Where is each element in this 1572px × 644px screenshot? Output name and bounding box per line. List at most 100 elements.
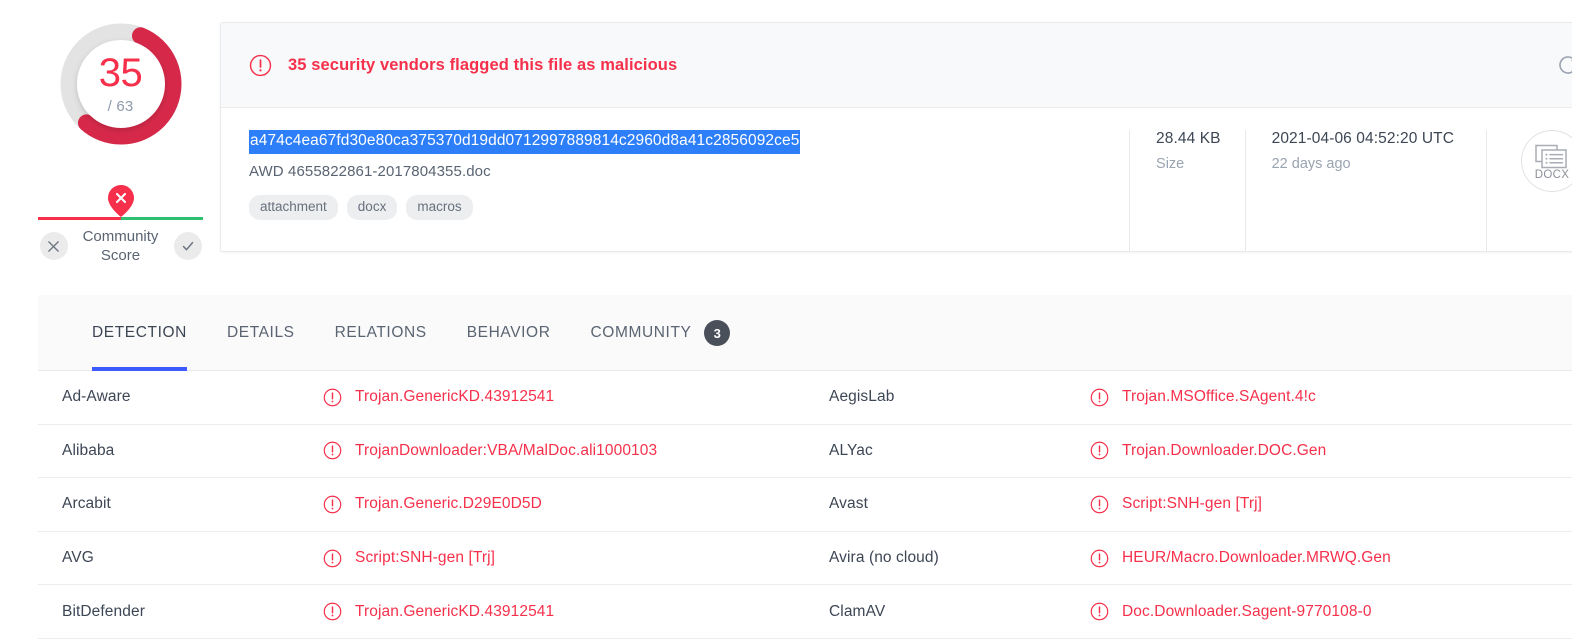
file-name: AWD 4655822861-2017804355.doc [249, 163, 1129, 180]
verdict-text: Script:SNH-gen [Trj] [1122, 495, 1262, 513]
detection-verdict: Doc.Downloader.Sagent-9770108-0 [1090, 602, 1372, 621]
community-score-row: Community Score [38, 227, 203, 265]
detection-verdict: HEUR/Macro.Downloader.MRWQ.Gen [1090, 549, 1391, 568]
vendor-name: Arcabit [38, 495, 323, 513]
exclamation-circle-icon [1090, 549, 1109, 568]
file-metadata: 28.44 KB Size 2021-04-06 04:52:20 UTC 22… [1129, 130, 1486, 252]
detection-entry: Avira (no cloud) HEUR/Macro.Downloader.M… [805, 549, 1572, 568]
detection-entry: Alibaba TrojanDownloader:VBA/MalDoc.ali1… [38, 441, 805, 460]
report-tabs: DETECTION DETAILS RELATIONS BEHAVIOR COM… [38, 295, 1572, 371]
vendor-name: Avast [805, 495, 1090, 513]
verdict-text: Trojan.GenericKD.43912541 [355, 388, 554, 406]
file-type-text: DOCX [1535, 169, 1569, 181]
verdict-text: Trojan.Downloader.DOC.Gen [1122, 442, 1326, 460]
vendor-name: Avira (no cloud) [805, 549, 1090, 567]
file-date-cell: 2021-04-06 04:52:20 UTC 22 days ago [1245, 130, 1478, 252]
vendor-name: ClamAV [805, 603, 1090, 621]
tab-label: BEHAVIOR [467, 324, 551, 342]
tab-label: DETECTION [92, 324, 187, 342]
meter-bar [38, 217, 203, 220]
community-score-widget: Community Score [38, 186, 203, 265]
file-tag[interactable]: docx [347, 195, 398, 220]
table-row: Alibaba TrojanDownloader:VBA/MalDoc.ali1… [38, 425, 1572, 479]
file-type-cell: DOCX [1486, 130, 1572, 252]
detection-verdict: Trojan.GenericKD.43912541 [323, 388, 554, 407]
document-pages-icon: DOCX [1530, 141, 1572, 181]
exclamation-circle-icon [323, 495, 342, 514]
detection-score-gauge: 35 / 63 [57, 20, 185, 148]
verdict-text: Trojan.GenericKD.43912541 [355, 603, 554, 621]
detection-entry: BitDefender Trojan.GenericKD.43912541 [38, 602, 805, 621]
community-label-line2: Score [101, 247, 140, 264]
check-icon [181, 239, 195, 253]
file-tag[interactable]: attachment [249, 195, 338, 220]
detection-verdict: TrojanDownloader:VBA/MalDoc.ali1000103 [323, 441, 657, 460]
vendor-total: / 63 [108, 98, 134, 115]
detection-verdict: Script:SNH-gen [Trj] [323, 549, 495, 568]
detection-verdict: Trojan.Downloader.DOC.Gen [1090, 441, 1326, 460]
reload-icon[interactable] [1553, 50, 1572, 80]
detection-entry: AVG Script:SNH-gen [Trj] [38, 549, 805, 568]
community-score-label: Community Score [77, 227, 165, 265]
detection-results-table: Ad-Aware Trojan.GenericKD.43912541 Aegis… [38, 371, 1572, 639]
verdict-text: TrojanDownloader:VBA/MalDoc.ali1000103 [355, 442, 657, 460]
tab-behavior[interactable]: BEHAVIOR [447, 295, 571, 371]
table-row: AVG Script:SNH-gen [Trj] Avira (no cloud… [38, 532, 1572, 586]
gauge-readout: 35 / 63 [57, 20, 185, 148]
x-pin-marker-icon [108, 185, 134, 217]
meter-negative-segment [38, 217, 121, 220]
file-size-value: 28.44 KB [1156, 130, 1221, 148]
file-tags: attachment docx macros [249, 195, 1129, 220]
community-downvote-button[interactable] [40, 232, 68, 260]
file-type-badge: DOCX [1521, 130, 1572, 192]
verdict-text: Doc.Downloader.Sagent-9770108-0 [1122, 603, 1372, 621]
detection-count: 35 [99, 53, 143, 93]
table-row: BitDefender Trojan.GenericKD.43912541 Cl… [38, 585, 1572, 639]
detection-entry: AegisLab Trojan.MSOffice.SAgent.4!c [805, 388, 1572, 407]
exclamation-circle-icon [323, 441, 342, 460]
verdict-text: Script:SNH-gen [Trj] [355, 549, 495, 567]
file-details-row: a474c4ea67fd30e80ca375370d19dd0712997889… [221, 108, 1572, 252]
exclamation-circle-icon [1090, 602, 1109, 621]
table-row: Arcabit Trojan.Generic.D29E0D5D Avast [38, 478, 1572, 532]
vendor-name: BitDefender [38, 603, 323, 621]
detection-score-panel: 35 / 63 [38, 20, 203, 265]
virustotal-file-report: 35 / 63 [0, 0, 1572, 644]
tab-label: RELATIONS [335, 324, 427, 342]
tab-relations[interactable]: RELATIONS [315, 295, 447, 371]
tab-details[interactable]: DETAILS [207, 295, 315, 371]
tab-detection[interactable]: DETECTION [72, 295, 207, 371]
vendor-name: ALYac [805, 442, 1090, 460]
verdict-text: Trojan.MSOffice.SAgent.4!c [1122, 388, 1316, 406]
vendor-name: Alibaba [38, 442, 323, 460]
detection-entry: Avast Script:SNH-gen [Trj] [805, 495, 1572, 514]
detection-entry: ALYac Trojan.Downloader.DOC.Gen [805, 441, 1572, 460]
vendor-name: Ad-Aware [38, 388, 323, 406]
malicious-alert-banner: 35 security vendors flagged this file as… [221, 23, 1572, 108]
file-hash[interactable]: a474c4ea67fd30e80ca375370d19dd0712997889… [249, 130, 800, 154]
exclamation-circle-icon [323, 602, 342, 621]
file-size-label: Size [1156, 156, 1221, 172]
community-count-badge: 3 [704, 320, 730, 346]
verdict-text: Trojan.Generic.D29E0D5D [355, 495, 542, 513]
tab-community[interactable]: COMMUNITY 3 [571, 295, 751, 371]
exclamation-circle-icon [323, 388, 342, 407]
community-score-meter [38, 186, 203, 220]
detection-entry: Arcabit Trojan.Generic.D29E0D5D [38, 495, 805, 514]
detection-entry: ClamAV Doc.Downloader.Sagent-9770108-0 [805, 602, 1572, 621]
detection-verdict: Trojan.MSOffice.SAgent.4!c [1090, 388, 1316, 407]
community-upvote-button[interactable] [174, 232, 202, 260]
exclamation-circle-icon [1090, 388, 1109, 407]
detection-verdict: Trojan.GenericKD.43912541 [323, 602, 554, 621]
vendor-name: AegisLab [805, 388, 1090, 406]
exclamation-circle-icon [249, 54, 272, 77]
file-analysis-relative-date: 22 days ago [1272, 156, 1454, 172]
file-tag[interactable]: macros [406, 195, 472, 220]
detection-verdict: Trojan.Generic.D29E0D5D [323, 495, 542, 514]
x-icon [47, 240, 60, 253]
file-analysis-date: 2021-04-06 04:52:20 UTC [1272, 130, 1454, 148]
meter-positive-segment [121, 217, 204, 220]
vendor-name: AVG [38, 549, 323, 567]
exclamation-circle-icon [1090, 441, 1109, 460]
malicious-alert-text: 35 security vendors flagged this file as… [288, 56, 677, 75]
